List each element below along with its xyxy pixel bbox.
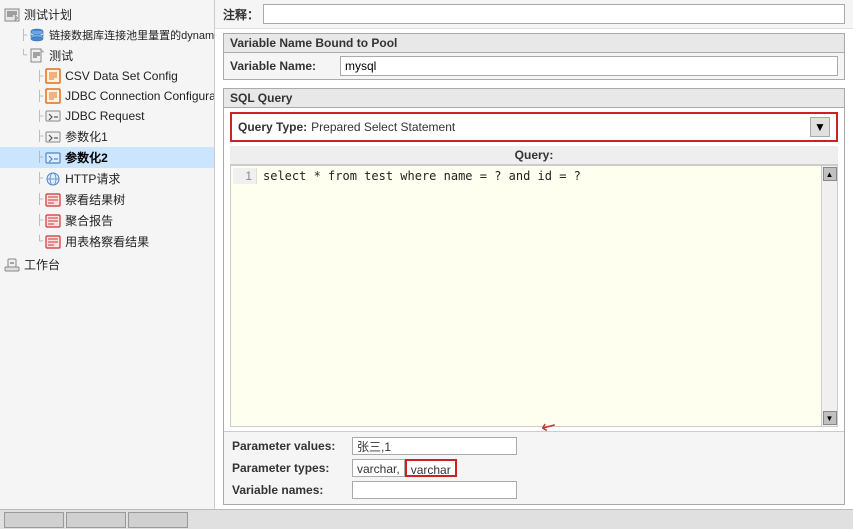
variable-name-input[interactable] xyxy=(340,56,838,76)
param-values-input[interactable] xyxy=(352,437,517,455)
param-types-label: Parameter types: xyxy=(232,461,352,475)
sidebar-item-jdbc-config[interactable]: ├ JDBC Connection Configurat xyxy=(0,86,214,106)
param2-icon xyxy=(45,150,61,166)
sidebar-label-csv: CSV Data Set Config xyxy=(65,69,178,83)
sidebar-label-view: 察看结果树 xyxy=(65,191,125,208)
sidebar-label-workbench: 工作台 xyxy=(24,256,60,273)
param-types-varchar2: varchar xyxy=(405,459,457,477)
sidebar-item-test[interactable]: └ 测试 xyxy=(0,45,214,66)
scroll-down-icon: ▼ xyxy=(826,414,834,423)
sidebar-item-workbench[interactable]: 工作台 xyxy=(0,254,214,275)
param-values-label: Parameter values: xyxy=(232,439,352,453)
view-icon xyxy=(45,192,61,208)
test-icon xyxy=(29,48,45,64)
sidebar-item-csv[interactable]: ├ CSV Data Set Config xyxy=(0,66,214,86)
sidebar-item-db[interactable]: ├ 链接数据库连接池里量置的dynamic xyxy=(0,25,214,45)
sidebar-label-param1: 参数化1 xyxy=(65,128,108,145)
param1-icon xyxy=(45,129,61,145)
param-types-container: varchar,varchar xyxy=(352,459,457,477)
sidebar-item-plan[interactable]: 测试计划 xyxy=(0,4,214,25)
workbench-icon xyxy=(4,257,20,273)
status-btn-1[interactable] xyxy=(4,512,64,528)
tree-connector-jdbc-request: ├ xyxy=(36,111,43,122)
sidebar-item-agg[interactable]: ├ 聚合报告 xyxy=(0,210,214,231)
query-line-content-1: select * from test where name = ? and id… xyxy=(263,168,581,184)
http-icon xyxy=(45,171,61,187)
variable-name-label: Variable Name: xyxy=(230,59,340,73)
param-types-row: Parameter types: varchar,varchar xyxy=(232,458,836,478)
status-btn-2[interactable] xyxy=(66,512,126,528)
sidebar-item-http[interactable]: ├ HTTP请求 xyxy=(0,168,214,189)
sidebar-item-view[interactable]: ├ 察看结果树 xyxy=(0,189,214,210)
tree-connector-csv: ├ xyxy=(36,71,43,82)
comment-label: 注释： xyxy=(223,6,259,23)
tree-connector-jdbc-config: ├ xyxy=(36,91,43,102)
query-type-label: Query Type: xyxy=(238,120,307,134)
query-type-value: Prepared Select Statement xyxy=(311,120,810,134)
sidebar-item-param1[interactable]: ├ 参数化1 xyxy=(0,126,214,147)
sidebar-label-table: 用表格察看结果 xyxy=(65,233,149,250)
tree-connector-view: ├ xyxy=(36,194,43,205)
line-number-1: 1 xyxy=(233,168,257,184)
query-type-dropdown[interactable]: ▼ xyxy=(810,117,830,137)
param-names-input[interactable] xyxy=(352,481,517,499)
tree-connector-agg: ├ xyxy=(36,215,43,226)
query-header: Query: xyxy=(230,146,838,165)
vertical-scrollbar[interactable]: ▲ ▼ xyxy=(821,166,837,426)
sidebar-item-table[interactable]: └ 用表格察看结果 xyxy=(0,231,214,252)
query-line-1: 1 select * from test where name = ? and … xyxy=(233,168,819,184)
query-editor-wrapper: 1 select * from test where name = ? and … xyxy=(230,165,838,427)
sql-section-title: SQL Query xyxy=(224,89,844,108)
sidebar-label-plan: 测试计划 xyxy=(24,6,72,23)
sidebar-label-jdbc-request: JDBC Request xyxy=(65,109,144,123)
tree-connector-db: ├ xyxy=(20,30,27,41)
tree-connector-http: ├ xyxy=(36,173,43,184)
status-btn-3[interactable] xyxy=(128,512,188,528)
jdbc-config-icon xyxy=(45,88,61,104)
tree-connector-param1: ├ xyxy=(36,131,43,142)
sidebar-label-db: 链接数据库连接池里量置的dynamic xyxy=(49,27,214,43)
sidebar-label-agg: 聚合报告 xyxy=(65,212,113,229)
scroll-up-btn[interactable]: ▲ xyxy=(823,167,837,181)
sidebar-label-http: HTTP请求 xyxy=(65,170,120,187)
sidebar-label-test: 测试 xyxy=(49,47,73,64)
scroll-down-btn[interactable]: ▼ xyxy=(823,411,837,425)
plan-icon xyxy=(4,7,20,23)
comment-row: 注释： xyxy=(215,0,853,29)
sidebar: 测试计划 ├ 链接数据库连接池里量置的dynamic └ xyxy=(0,0,215,509)
param-types-varchar1: varchar, xyxy=(352,459,405,477)
param-values-row: Parameter values: xyxy=(232,436,836,456)
agg-icon xyxy=(45,213,61,229)
table-icon xyxy=(45,234,61,250)
scroll-up-icon: ▲ xyxy=(826,170,834,179)
content-panel: 注释： Variable Name Bound to Pool Variable… xyxy=(215,0,853,509)
status-bar xyxy=(0,509,853,529)
param-names-row: Variable names: xyxy=(232,480,836,500)
comment-input[interactable] xyxy=(263,4,845,24)
params-area: ↙ Parameter values: Parameter types: var… xyxy=(224,431,844,504)
query-editor-container: Query: 1 select * from test where name =… xyxy=(230,146,838,427)
tree-connector-table: └ xyxy=(36,236,43,247)
dropdown-arrow-icon: ▼ xyxy=(814,120,826,134)
variable-name-row: Variable Name: xyxy=(224,53,844,79)
sidebar-label-param2: 参数化2 xyxy=(65,149,108,166)
jdbc-request-icon xyxy=(45,108,61,124)
sidebar-label-jdbc-config: JDBC Connection Configurat xyxy=(65,89,214,103)
sidebar-item-jdbc-request[interactable]: ├ JDBC Request xyxy=(0,106,214,126)
sql-query-section: SQL Query Query Type: Prepared Select St… xyxy=(223,88,845,505)
db-icon xyxy=(29,27,45,43)
query-editor[interactable]: 1 select * from test where name = ? and … xyxy=(231,166,821,426)
param-names-label: Variable names: xyxy=(232,483,352,497)
query-type-container: Query Type: Prepared Select Statement ▼ xyxy=(224,108,844,146)
tree-connector-param2: ├ xyxy=(36,152,43,163)
query-type-box: Query Type: Prepared Select Statement ▼ xyxy=(230,112,838,142)
csv-icon xyxy=(45,68,61,84)
sidebar-item-param2[interactable]: ├ 参数化2 xyxy=(0,147,214,168)
variable-pool-section: Variable Name Bound to Pool Variable Nam… xyxy=(223,33,845,80)
tree-connector-test: └ xyxy=(20,50,27,61)
variable-pool-title: Variable Name Bound to Pool xyxy=(224,34,844,53)
